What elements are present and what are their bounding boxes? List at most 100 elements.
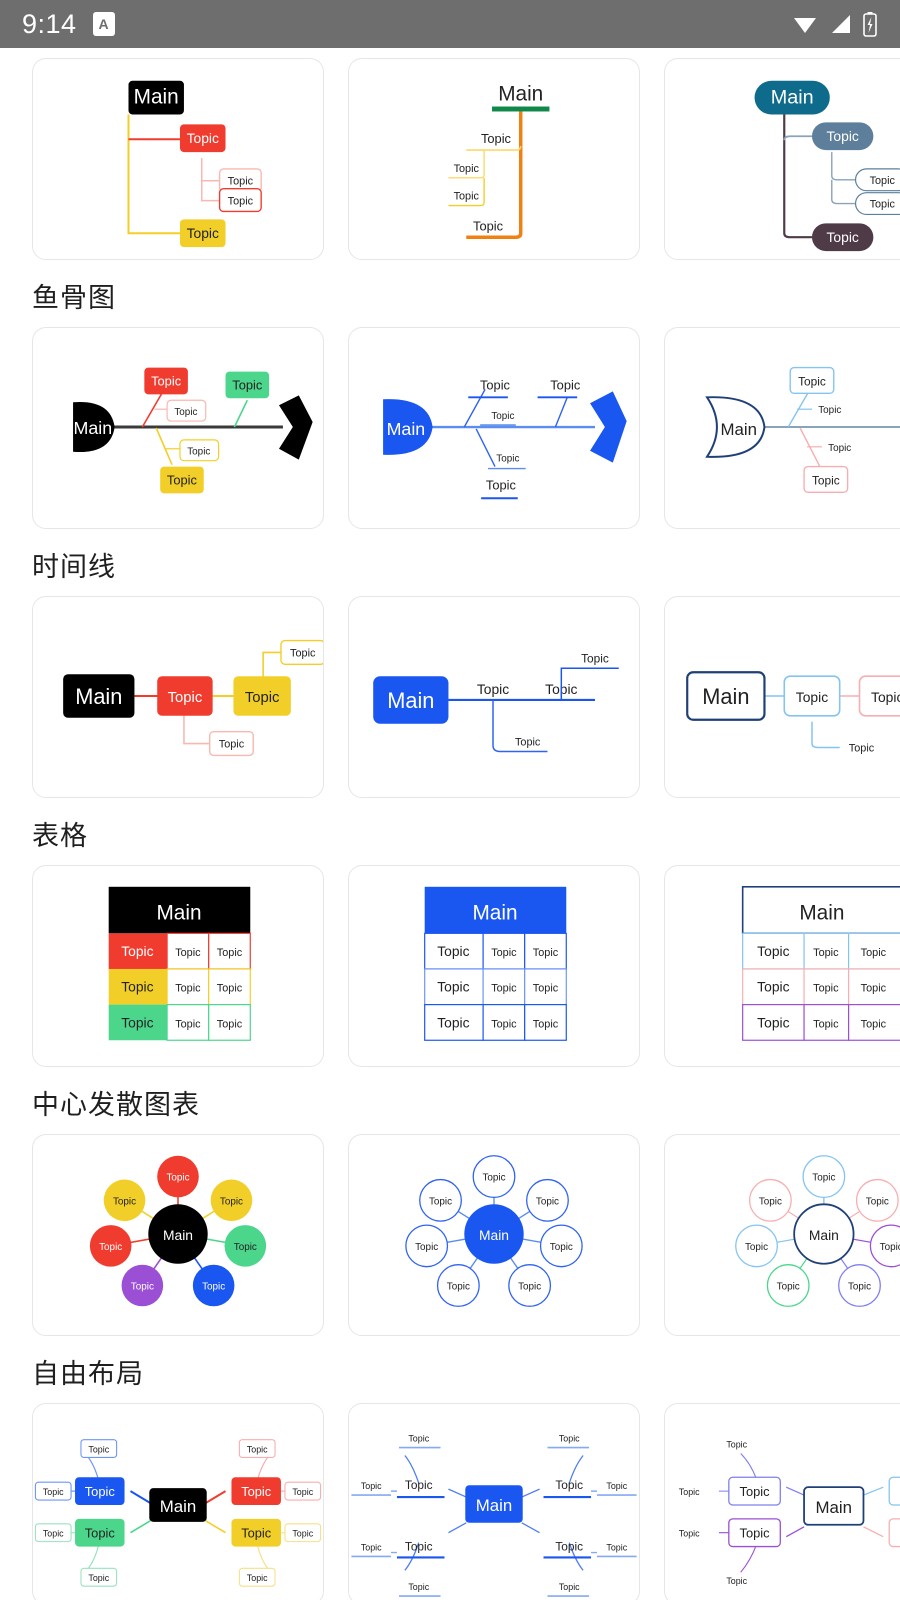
- node-label: Topic: [292, 1487, 313, 1497]
- tree-chart-underline-preview[interactable]: Main Topic Topic Topic Topic: [348, 58, 640, 260]
- table-blue-preview[interactable]: Main Topic Topic Topic Topic Topic Topic: [348, 865, 640, 1067]
- node-label: Main: [160, 1497, 196, 1516]
- node-label: Topic: [232, 377, 263, 392]
- free-layout-underline-preview[interactable]: Topic Topic Topic Topic Topic Topic Topi…: [348, 1403, 640, 1600]
- node-label: Topic: [818, 405, 841, 416]
- tree-chart-filled-preview[interactable]: Main Topic Topic Topic Topic: [32, 58, 324, 260]
- node-label: Topic: [473, 218, 504, 233]
- node-label: Topic: [187, 225, 219, 241]
- table-cell: Topic: [533, 1018, 559, 1030]
- tree-chart-rounded-preview[interactable]: Main Topic Topic Topic Topic: [664, 58, 900, 260]
- node-label: Main: [74, 418, 113, 438]
- table-header-label: Main: [799, 901, 844, 924]
- table-outline-preview[interactable]: Main Topic Topic Topic Topic Topic Topic: [664, 865, 900, 1067]
- node-label: Topic: [486, 477, 517, 492]
- node-label: Topic: [187, 130, 219, 146]
- fishbone-underline-preview[interactable]: Main Topic Topic Topic Topic Topic: [348, 327, 640, 529]
- timeline-card-row[interactable]: Main Topic Topic Topic Topic Main Topic: [0, 596, 900, 798]
- node-label: Topic: [88, 1573, 109, 1583]
- node-label: Topic: [828, 443, 851, 454]
- node-label: Topic: [429, 1196, 452, 1207]
- table-cell: Topic: [217, 983, 243, 995]
- table-cell: Topic: [175, 983, 201, 995]
- free-layout-filled-preview[interactable]: Topic Topic Topic Topic Topic Topic Topi…: [32, 1403, 324, 1600]
- node-label: Topic: [408, 1434, 429, 1444]
- node-label: Topic: [826, 128, 858, 144]
- node-label: Topic: [85, 1484, 116, 1499]
- table-cell: Topic: [491, 1018, 517, 1030]
- node-label: Topic: [726, 1440, 747, 1450]
- node-label: Topic: [870, 199, 896, 211]
- node-label: Main: [720, 420, 756, 439]
- node-label: Topic: [202, 1281, 225, 1292]
- node-label: Topic: [85, 1526, 116, 1541]
- node-label: Topic: [88, 1445, 109, 1455]
- timeline-outline-preview[interactable]: Main Topic Topic Topic: [664, 596, 900, 798]
- node-label: Topic: [745, 1242, 768, 1253]
- table-cell: Topic: [175, 1018, 201, 1030]
- table-filled-preview[interactable]: Main Topic Topic Topic Topic Topic Topic: [32, 865, 324, 1067]
- radial-card-row[interactable]: Topic Topic Topic Topic Topic Topic Topi…: [0, 1134, 900, 1336]
- node-label: Topic: [759, 1196, 782, 1207]
- node-label: Topic: [849, 742, 875, 754]
- node-label: Topic: [496, 454, 519, 465]
- node-label: Topic: [866, 1196, 889, 1207]
- radial-blue-preview[interactable]: Topic Topic Topic Topic Topic Topic Topi…: [348, 1134, 640, 1336]
- table-cell: Topic: [813, 947, 839, 959]
- node-label: Topic: [740, 1526, 771, 1541]
- table-cell: Topic: [437, 979, 469, 995]
- table-cell: Topic: [121, 943, 153, 959]
- node-label: Topic: [241, 1484, 272, 1499]
- timeline-filled-preview[interactable]: Main Topic Topic Topic Topic: [32, 596, 324, 798]
- node-label: Topic: [777, 1281, 800, 1292]
- fishbone-card-row[interactable]: Main Topic Topic Topic Topic Topic Main …: [0, 327, 900, 529]
- node-label: Topic: [228, 176, 254, 188]
- table-header-label: Main: [156, 901, 201, 924]
- radial-filled-preview[interactable]: Topic Topic Topic Topic Topic Topic Topi…: [32, 1134, 324, 1336]
- node-label: Topic: [480, 377, 511, 392]
- table-cell: Topic: [121, 979, 153, 995]
- fishbone-outline-preview[interactable]: Main Topic Topic Topic Topic Topic: [664, 327, 900, 529]
- table-cell: Topic: [861, 947, 887, 959]
- node-label: Topic: [113, 1196, 136, 1207]
- node-label: Topic: [447, 1281, 470, 1292]
- node-label: Topic: [43, 1487, 64, 1497]
- wifi-icon: [792, 13, 818, 35]
- node-label: Topic: [247, 1445, 268, 1455]
- node-label: Topic: [796, 689, 828, 705]
- free-layout-card-row[interactable]: Topic Topic Topic Topic Topic Topic Topi…: [0, 1403, 900, 1600]
- table-card-row[interactable]: Main Topic Topic Topic Topic Topic Topic: [0, 865, 900, 1067]
- node-label: Main: [75, 684, 122, 709]
- node-label: Topic: [848, 1281, 871, 1292]
- node-label: Topic: [151, 373, 182, 388]
- node-label: Topic: [482, 1173, 505, 1184]
- node-label: Topic: [174, 407, 197, 418]
- tree-card-row[interactable]: Main Topic Topic Topic Topic Main Topic …: [0, 48, 900, 260]
- clock: 9:14: [22, 8, 77, 39]
- battery-charging-icon: [862, 11, 878, 37]
- node-label: Topic: [606, 1543, 627, 1553]
- table-cell: Topic: [437, 1014, 469, 1030]
- node-label: Topic: [550, 377, 581, 392]
- table-cell: Topic: [757, 979, 789, 995]
- node-label: Main: [479, 1227, 509, 1243]
- template-gallery-scroll[interactable]: Main Topic Topic Topic Topic Main Topic …: [0, 48, 900, 1600]
- fishbone-filled-preview[interactable]: Main Topic Topic Topic Topic Topic: [32, 327, 324, 529]
- section-fishbone: 鱼骨图 Main Topic Topic Topic Topic Topic M…: [0, 260, 900, 529]
- radial-outline-preview[interactable]: Topic Topic Topic Topic Topic Topic Topi…: [664, 1134, 900, 1336]
- timeline-underline-preview[interactable]: Main Topic Topic Topic Topic: [348, 596, 640, 798]
- node-label: Topic: [234, 1242, 257, 1253]
- node-label: Topic: [247, 1573, 268, 1583]
- table-cell: Topic: [757, 1014, 789, 1030]
- section-radial: 中心发散图表 Topic Topic Topic Topic Topic Top…: [0, 1067, 900, 1336]
- section-table: 表格 Main Topic Topic Topic Topic Topic To…: [0, 798, 900, 1067]
- table-cell: Topic: [757, 943, 789, 959]
- node-label: Topic: [228, 196, 254, 208]
- table-cell: Topic: [217, 947, 243, 959]
- section-timeline: 时间线 Main Topic Topic Topic Topic Main To…: [0, 529, 900, 798]
- node-label: Topic: [292, 1529, 313, 1539]
- free-layout-outline-preview[interactable]: Topic Topic Topic Topic Topic Topic Topi…: [664, 1403, 900, 1600]
- node-label: Topic: [871, 689, 900, 705]
- node-label: Topic: [515, 737, 541, 749]
- node-label: Topic: [481, 131, 512, 146]
